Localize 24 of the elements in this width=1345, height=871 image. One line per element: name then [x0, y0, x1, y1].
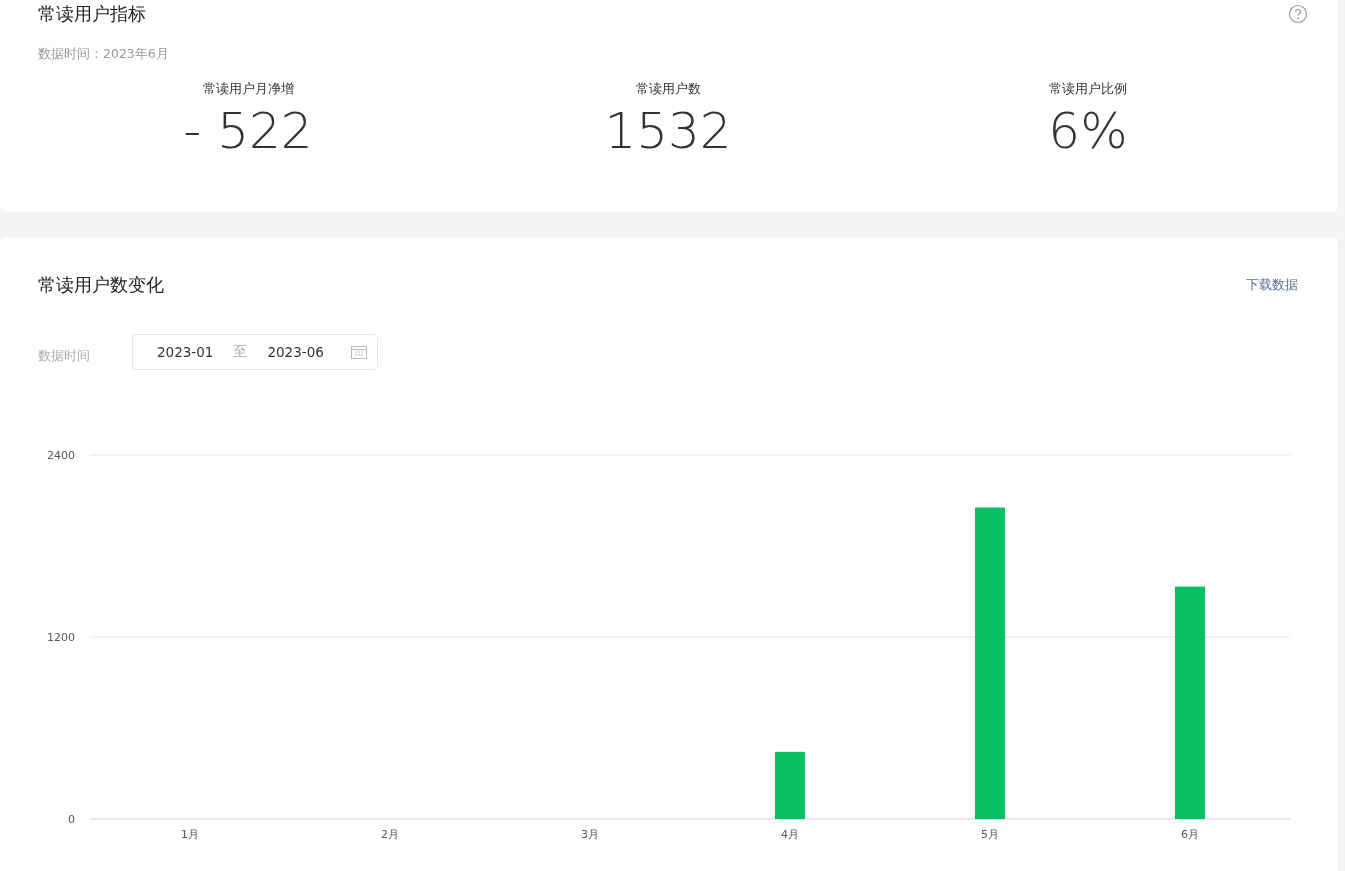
metric-label: 常读用户比例 — [1049, 81, 1127, 98]
metric-value: - 522 — [183, 106, 313, 156]
section-title: 常读用户指标 — [38, 2, 146, 26]
axis-tick-label: 0 — [68, 813, 75, 826]
axis-category-label: 1月 — [181, 828, 199, 841]
axis-category-label: 6月 — [1181, 828, 1199, 841]
help-icon[interactable] — [1288, 4, 1308, 24]
metric-label: 常读用户月净增 — [202, 81, 294, 98]
axis-tick-label: 1200 — [47, 631, 75, 644]
chart-bar — [775, 751, 805, 819]
filter-label: 数据时间 — [38, 347, 91, 365]
axis-category-label: 3月 — [581, 828, 599, 841]
metric-value: 6% — [1048, 106, 1128, 156]
metric-label: 常读用户数 — [635, 81, 701, 98]
section-title: 常读用户数变化 — [38, 273, 164, 297]
date-range-field[interactable]: 2023-01 至 2023-06 — [132, 334, 378, 370]
calendar-icon — [351, 345, 367, 359]
axis-category-label: 4月 — [781, 828, 799, 841]
axis-category-label: 2月 — [381, 828, 399, 841]
data-time: 数据时间：2023年6月 — [38, 46, 170, 63]
download-link[interactable]: 下载数据 — [1246, 276, 1298, 294]
axis-category-label: 5月 — [981, 828, 999, 841]
axis-tick-label: 2400 — [47, 449, 75, 462]
metric-value: 1532 — [604, 106, 732, 156]
